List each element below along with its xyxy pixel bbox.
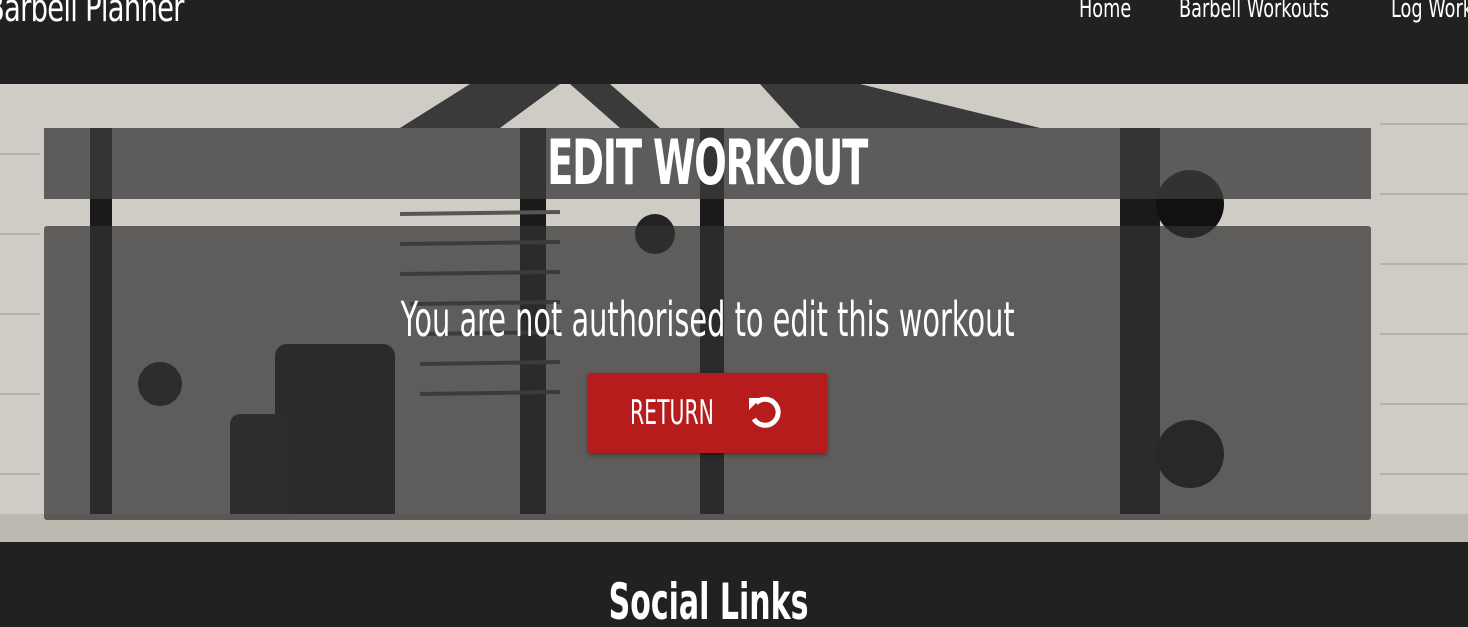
refresh-icon [749,396,781,428]
title-panel: EDIT WORKOUT [44,126,1371,199]
nav-link-barbell-workouts[interactable]: Barbell Workouts [1179,0,1329,25]
social-links-title: Social Links [609,573,809,627]
content-panel: You are not authorised to edit this work… [44,226,1371,520]
nav-link-home[interactable]: Home [1079,0,1131,25]
not-authorised-message: You are not authorised to edit this work… [400,292,1015,348]
navbar: Barbell Planner Home Barbell Workouts Lo… [0,0,1468,84]
page-title: EDIT WORKOUT [547,126,868,199]
brand-logo[interactable]: Barbell Planner [0,0,184,32]
footer: Social Links [0,542,1468,627]
nav-link-log-workout[interactable]: Log Workout [1391,0,1468,25]
return-button-label: RETURN [630,393,714,433]
return-button[interactable]: RETURN [588,373,827,453]
